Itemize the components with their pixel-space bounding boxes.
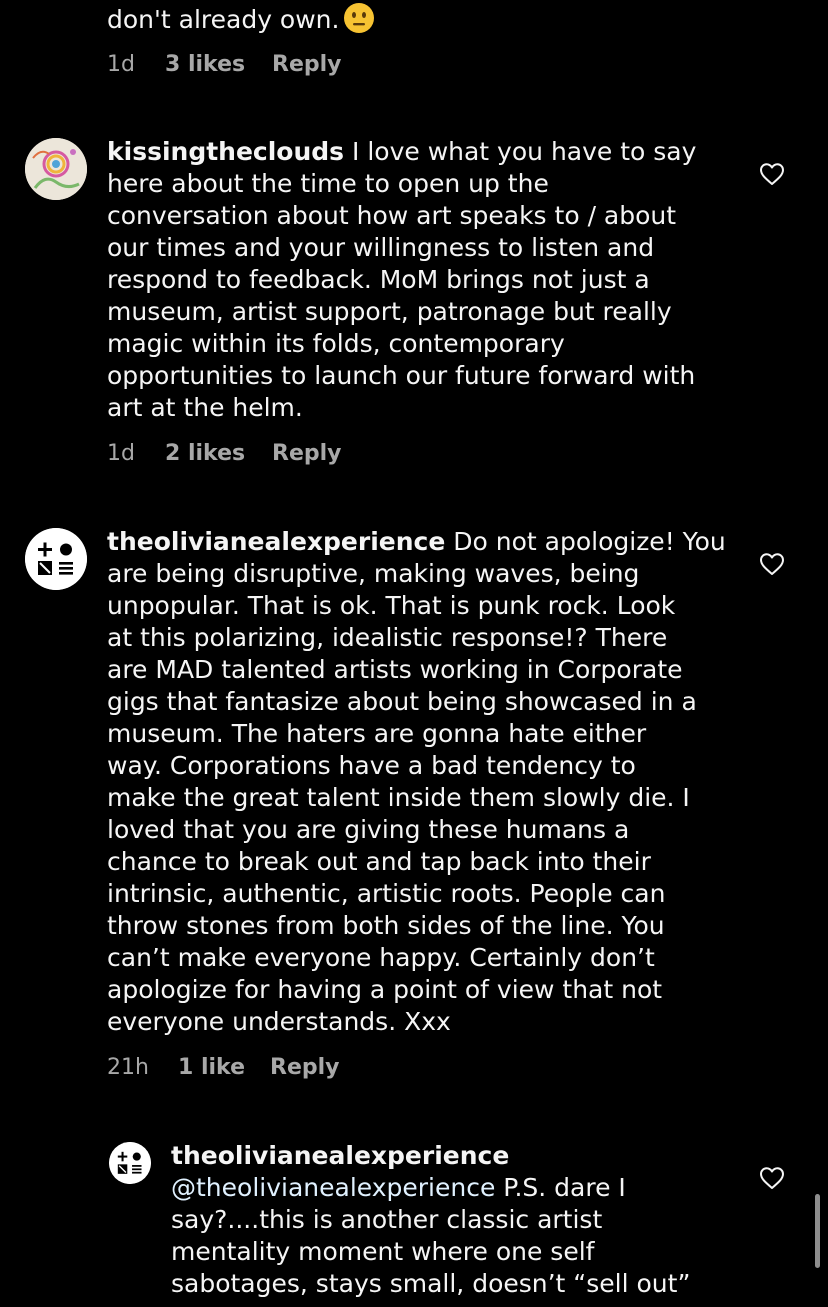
heart-outline-icon[interactable] [759, 552, 785, 576]
comment-body: I love what you have to say here about t… [107, 137, 697, 422]
comment-time: 21h [107, 1055, 149, 1080]
comment-username[interactable]: kissingtheclouds [107, 137, 344, 166]
avatar[interactable] [25, 138, 87, 200]
comment-time: 1d [107, 52, 135, 77]
comment-body: Do not apologize! You are being disrupti… [107, 527, 726, 1036]
avatar-artwork-icon [25, 138, 87, 200]
avatar[interactable] [109, 1142, 151, 1184]
likes-count-link[interactable]: 2 likes [165, 441, 245, 466]
comment-text: kissingtheclouds I love what you have to… [107, 136, 696, 424]
reply-button[interactable]: Reply [272, 441, 342, 466]
heart-outline-icon[interactable] [759, 1166, 785, 1190]
avatar-logo-icon [25, 528, 87, 590]
comment-time: 1d [107, 441, 135, 466]
avatar-logo-icon [109, 1142, 151, 1184]
comment-username[interactable]: theolivianealexperience [171, 1141, 509, 1170]
comment-body: don't already own. [107, 5, 340, 34]
mention-link[interactable]: @theolivianealexperience [171, 1173, 495, 1202]
reply-button[interactable]: Reply [272, 52, 342, 77]
comment-username[interactable]: theolivianealexperience [107, 527, 445, 556]
neutral-face-emoji-icon [344, 3, 375, 33]
comment-text: theolivianealexperience Do not apologize… [107, 526, 726, 1038]
reply-comment-text: theolivianealexperience @theolivianealex… [171, 1140, 690, 1300]
likes-count-link[interactable]: 3 likes [165, 52, 245, 77]
heart-outline-icon[interactable] [759, 162, 785, 186]
reply-button[interactable]: Reply [270, 1055, 340, 1080]
scrollbar[interactable] [815, 1194, 820, 1268]
comment-text-top: don't already own. [107, 2, 375, 36]
likes-count-link[interactable]: 1 like [178, 1055, 245, 1080]
avatar[interactable] [25, 528, 87, 590]
